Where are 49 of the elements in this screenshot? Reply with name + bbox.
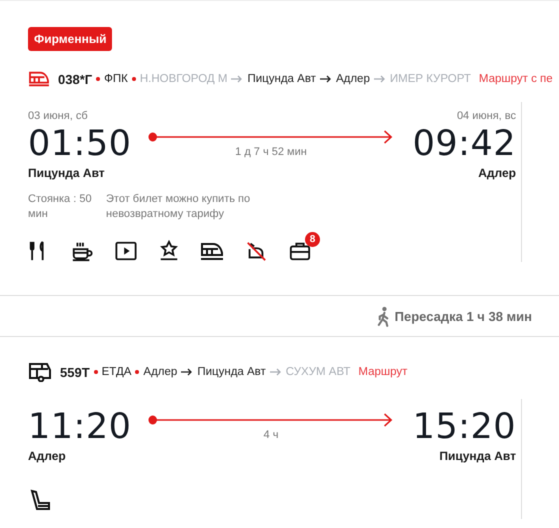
route-link[interactable]: Маршрут [358,366,408,378]
separator-dot [135,370,140,374]
arrival-station: Адлер [477,166,516,180]
note-text: Стоянка : 50 мин [28,192,93,222]
station-name: Пицунда Авт [247,73,316,85]
departure-date: 03 июня, сб [28,110,89,124]
briefcase-icon [288,240,312,262]
departure-time: 11:20 [28,407,132,447]
train-icon [200,240,224,262]
play-icon [114,240,138,262]
station-name: Адлер [143,366,178,378]
arrow-icon [320,75,332,83]
separator-dot [94,370,98,374]
arrow-icon [270,368,282,376]
arrow-icon [231,75,244,83]
arrow-icon [181,368,194,376]
arrival-station: Пицунда Авт [438,449,516,463]
trip-duration: 4 ч [262,429,280,441]
separator-dot [132,77,136,81]
star-podium-icon [158,240,180,262]
arrow-icon [374,75,386,83]
branded-badge: Фирменный [28,27,112,51]
count-badge: 8 [305,232,320,247]
arrival-time: 15:20 [412,407,516,447]
departure-time: 01:50 [28,124,132,164]
carrier-name: ЕТДА [102,366,132,378]
departure-station: Адлер [28,449,67,463]
arrival-date: 04 июня, вс [456,110,516,124]
note-text: Этот билет можно купить по невозвратному тарифу [106,192,252,222]
carrier-name: ФПК [104,73,128,85]
seat-icon [28,489,52,513]
train-number: 038*Г [58,72,92,86]
bus-icon [28,362,52,382]
station-name: ИМЕР КУРОРТ [390,73,471,85]
station-name: СУХУМ АВТ [286,366,350,378]
station-name: Н.НОВГОРОД М [140,73,228,85]
train-number: 559Т [60,364,90,380]
station-name: Пицунда Авт [197,366,266,378]
arrival-time: 09:42 [412,124,516,164]
trip-duration: 1 д 7 ч 52 мин [234,146,308,158]
train-icon [28,70,50,88]
station-name: Адлер [336,73,370,85]
transfer-text: Пересадка 1 ч 38 мин [394,308,532,324]
separator-dot [96,77,100,81]
coffee-cup-icon [70,240,94,262]
crossed-out-icon [244,240,268,262]
departure-station: Пицунда Авт [28,166,106,180]
route-link[interactable]: Маршрут с пе [478,73,553,85]
walking-person-icon [376,306,391,326]
